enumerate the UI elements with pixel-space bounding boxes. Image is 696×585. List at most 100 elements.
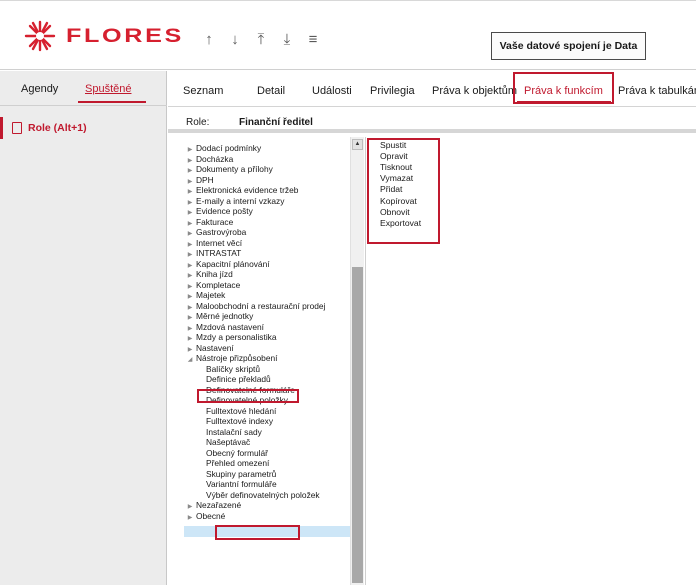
function-list-highlight xyxy=(367,138,440,244)
tree-node[interactable]: ▶ Kompletace xyxy=(184,279,241,291)
tree-node[interactable]: ▶ E-maily a interní vzkazy xyxy=(184,195,285,207)
tree-node-label: Měrné jednotky xyxy=(196,311,254,321)
role-row: Role: Finanční ředitel xyxy=(168,107,696,133)
tree-node[interactable]: ▶ Mzdová nastavení xyxy=(184,322,264,333)
tree-node-label: Přehled omezení xyxy=(206,458,270,468)
tree-node-label: Kniha jízd xyxy=(196,269,233,279)
tree-node-label: Gastrovýroba xyxy=(196,227,247,237)
tab-agendy[interactable]: Agendy xyxy=(21,83,58,95)
last-record-button[interactable]: ⤓ xyxy=(274,30,300,48)
divider xyxy=(0,105,167,106)
tab-spustene[interactable]: Spuštěné xyxy=(85,83,131,95)
running-agenda-role[interactable]: Role (Alt+1) xyxy=(0,117,167,139)
tree-node-label: Balíčky skriptů xyxy=(206,363,260,374)
tree-child-item[interactable]: Variantní formuláře xyxy=(206,479,277,490)
tree-node[interactable]: ▶ Dokumenty a přílohy xyxy=(184,164,273,175)
tree-node[interactable]: ▶ Nezařazené xyxy=(184,500,241,511)
tree-node[interactable]: ▶ Fakturace xyxy=(184,217,234,228)
tree-node[interactable]: ▶ Dodací podmínky xyxy=(184,143,262,154)
tree-node[interactable]: ▶ Mzdy a personalistika xyxy=(184,332,277,343)
record-navigation: ↑ ↓ ⤒ ⤓ ≡ xyxy=(196,30,326,48)
agenda-tree: ▶ Dodací podmínky ▶ Docházka ▶ Dokumenty a př… xyxy=(184,137,366,585)
tree-node-highlight xyxy=(197,389,299,403)
running-agenda-label: Role (Alt+1) xyxy=(28,122,87,134)
tree-child-item[interactable]: Výběr definovatelných položek xyxy=(206,490,320,501)
tree-node[interactable]: ▶ Kapacitní plánování xyxy=(184,259,270,270)
tree-node-label: Internet věcí xyxy=(196,237,243,248)
active-marker xyxy=(0,117,3,139)
role-value: Finanční ředitel xyxy=(239,117,313,128)
tree-node[interactable]: ▶ INTRASTAT xyxy=(184,248,242,259)
main-panel: Seznam Detail Události Privilegia Práva … xyxy=(168,71,696,585)
tree-node[interactable]: ▶ Internet věcí xyxy=(184,238,242,249)
svg-text:FLORES: FLORES xyxy=(66,27,184,45)
tree-child-highlight xyxy=(215,525,300,540)
tree-node[interactable]: ▶ Měrné jednotky xyxy=(184,311,254,322)
previous-record-button[interactable]: ↑ xyxy=(196,30,222,48)
tree-node-label: Docházka xyxy=(196,153,234,164)
tree-node[interactable]: ▶ Elektronická evidence tržeb xyxy=(184,185,299,196)
tree-node-label: Fulltextové hledání xyxy=(206,405,277,416)
tree-child-item[interactable]: Definice překladů xyxy=(206,374,271,385)
tree-node-label: DPH xyxy=(196,174,214,185)
tree-node[interactable]: ▶ Gastrovýroba xyxy=(184,227,247,238)
left-panel: Agendy Spuštěné Role (Alt+1) xyxy=(0,71,167,585)
tree-node[interactable]: ▶ Obecné xyxy=(184,510,226,524)
left-tabs: Agendy Spuštěné xyxy=(0,71,167,107)
next-record-button[interactable]: ↓ xyxy=(222,30,248,48)
tree-scrollbar[interactable]: ▲ xyxy=(350,137,364,585)
tab-privilegia[interactable]: Privilegia xyxy=(370,85,415,97)
tree-node-label: E-maily a interní vzkazy xyxy=(196,195,285,206)
scrollbar-thumb[interactable] xyxy=(352,267,363,583)
first-record-button[interactable]: ⤒ xyxy=(248,30,274,48)
collapsed-icon[interactable]: ▶ xyxy=(184,513,196,524)
tree-node[interactable]: ◢ Nástroje přizpůsobení xyxy=(184,353,278,366)
tree-node-label: Evidence pošty xyxy=(196,206,253,216)
tab-udalosti[interactable]: Události xyxy=(312,85,352,97)
tree-node-label: Kompletace xyxy=(196,279,241,290)
document-icon xyxy=(12,122,22,134)
flores-logo-icon xyxy=(24,20,56,52)
tree-node-label: Mzdy a personalistika xyxy=(196,332,277,342)
tab-seznam[interactable]: Seznam xyxy=(183,85,223,97)
tree-child-item[interactable]: Našeptávač xyxy=(206,437,250,448)
tree-node[interactable]: ▶ Docházka xyxy=(184,153,234,165)
tree-node-label: Nezařazené xyxy=(196,500,242,510)
tree-child-item[interactable]: Instalační sady xyxy=(206,427,262,438)
tree-node-label: Dokumenty a přílohy xyxy=(196,164,273,174)
tree-node[interactable]: ▶ DPH xyxy=(184,175,214,186)
tree-child-item[interactable]: Balíčky skriptů xyxy=(206,364,260,375)
tree-node-label: Výběr definovatelných položek xyxy=(206,489,320,500)
tree-node[interactable]: ▶ Evidence pošty xyxy=(184,206,253,217)
connection-status: Vaše datové spojení je Data xyxy=(491,32,646,60)
tree-node-label: Našeptávač xyxy=(206,437,251,447)
tree-node[interactable]: ▶ Majetek xyxy=(184,290,226,301)
tree-node-label: Definice překladů xyxy=(206,374,271,384)
tree-node[interactable]: ▶ Maloobchodní a restaurační prodej xyxy=(184,300,326,312)
tree-child-item[interactable]: Skupiny parametrů xyxy=(206,469,276,480)
tree-child-item[interactable]: Fulltextové indexy xyxy=(206,416,273,427)
tree-child-item[interactable]: Přehled omezení xyxy=(206,458,269,469)
tree-child-item[interactable]: Obecný formulář xyxy=(206,448,268,459)
highlight-box xyxy=(513,72,614,104)
menu-icon[interactable]: ≡ xyxy=(300,30,326,48)
tree-node-label: Obecné xyxy=(196,510,226,521)
tree-node-label: Elektronická evidence tržeb xyxy=(196,185,299,195)
tab-prava-k-objektum[interactable]: Práva k objektům xyxy=(432,85,517,97)
tree-node-label: Obecný formulář xyxy=(206,447,268,458)
tree-node[interactable]: ▶ Nastavení xyxy=(184,343,234,354)
tab-detail[interactable]: Detail xyxy=(257,85,285,97)
tree-child-item[interactable]: Fulltextové hledání xyxy=(206,406,276,417)
active-tab-indicator xyxy=(78,101,146,103)
tree-node-label: Instalační sady xyxy=(206,426,262,437)
tree-node-label: Maloobchodní a restaurační prodej xyxy=(196,300,326,311)
scroll-up-icon[interactable]: ▲ xyxy=(352,139,363,150)
tree-node-label: Nástroje přizpůsobení xyxy=(196,353,278,363)
expanded-icon[interactable]: ◢ xyxy=(184,355,196,366)
tree-node-label: INTRASTAT xyxy=(196,248,242,258)
tab-prava-k-tabulkam[interactable]: Práva k tabulkám xyxy=(618,85,696,97)
flores-wordmark: FLORES xyxy=(66,27,184,45)
detail-tabs: Seznam Detail Události Privilegia Práva … xyxy=(168,71,696,107)
tree-node-label: Kapacitní plánování xyxy=(196,258,270,269)
tree-node[interactable]: ▶ Kniha jízd xyxy=(184,269,233,280)
